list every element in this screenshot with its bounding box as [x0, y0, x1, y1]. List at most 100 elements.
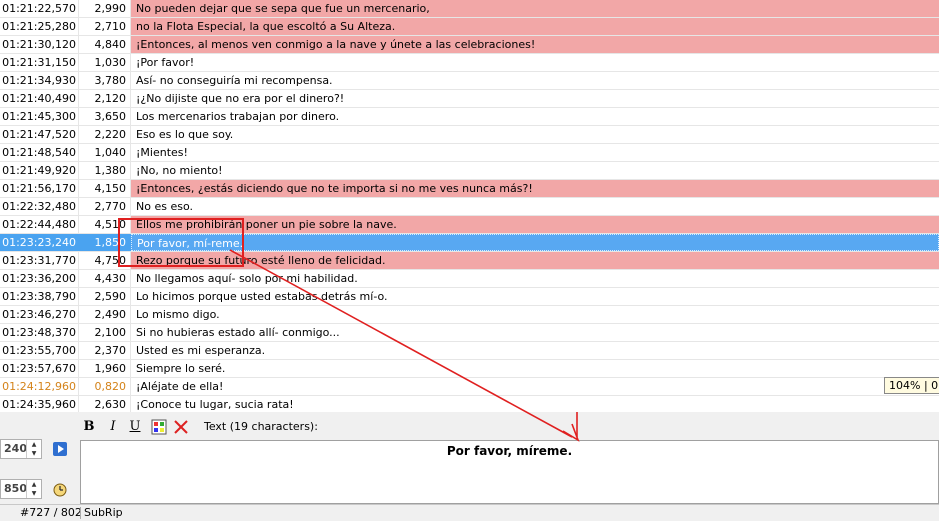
status-divider [80, 507, 81, 519]
table-row[interactable]: 01:22:32,480 2,770 No es eso. [0, 198, 939, 216]
remove-formatting-button[interactable] [172, 418, 190, 436]
duration-cell: 0,820 [94, 380, 127, 393]
status-bar: #727 / 802 SubRip [0, 504, 939, 521]
start-time-cell: 01:21:31,150 [2, 56, 76, 69]
subtitle-text-cell: Eso es lo que soy. [136, 128, 234, 141]
start-time-cell: 01:21:56,170 [2, 182, 76, 195]
table-row[interactable]: 01:23:36,200 4,430 No llegamos aquí- solo … [0, 270, 939, 288]
table-row[interactable]: 01:23:23,240 1,850 Por favor, mí-reme. [0, 234, 939, 252]
text-character-count-label: Text (19 characters): [204, 420, 318, 433]
subtitle-text-cell: No llegamos aquí- solo por mi habilidad. [136, 272, 358, 285]
table-row[interactable]: 01:23:48,370 2,100 Si no hubieras estado a… [0, 324, 939, 342]
duration-cell: 3,780 [94, 74, 127, 87]
table-row[interactable]: 01:21:34,930 3,780 Así- no conseguiría mi … [0, 72, 939, 90]
duration-cell: 4,510 [94, 218, 127, 231]
table-row[interactable]: 01:21:56,170 4,150 ¡Entonces, ¿estás dicie… [0, 180, 939, 198]
duration-cell: 1,850 [94, 236, 127, 249]
start-time-cell: 01:23:46,270 [2, 308, 76, 321]
start-time-cell: 01:21:40,490 [2, 92, 76, 105]
subtitle-text-cell: No es eso. [136, 200, 193, 213]
spin-up-icon[interactable]: ▲ [27, 480, 41, 489]
duration-value[interactable]: 850 [1, 480, 27, 498]
start-time-cell: 01:21:22,570 [2, 2, 76, 15]
play-button[interactable] [52, 441, 68, 457]
subtitle-text-cell: ¡¿No dijiste que no era por el dinero?! [136, 92, 345, 105]
spin-down-icon[interactable]: ▼ [27, 489, 41, 498]
duration-cell: 4,150 [94, 182, 127, 195]
duration-cell: 1,030 [94, 56, 127, 69]
duration-cell: 2,630 [94, 398, 127, 411]
subtitle-text-cell: Usted es mi esperanza. [136, 344, 266, 357]
start-time-cell: 01:21:34,930 [2, 74, 76, 87]
start-time-cell: 01:21:25,280 [2, 20, 76, 33]
table-row[interactable]: 01:21:30,120 4,840 ¡Entonces, al menos ven… [0, 36, 939, 54]
table-row[interactable]: 01:21:22,570 2,990 No pueden dejar que se … [0, 0, 939, 18]
subtitle-text-cell: ¡Por favor! [136, 56, 195, 69]
table-row[interactable]: 01:24:35,960 2,630 ¡Conoce tu lugar, sucia… [0, 396, 939, 412]
table-row[interactable]: 01:21:25,280 2,710 no la Flota Especial, l… [0, 18, 939, 36]
table-row[interactable]: 01:21:40,490 2,120 ¡¿No dijiste que no era… [0, 90, 939, 108]
table-row[interactable]: 01:21:45,300 3,650 Los mercenarios trabaja… [0, 108, 939, 126]
start-time-cell: 01:23:36,200 [2, 272, 76, 285]
subtitle-text-cell: Rezo porque su futuro esté lleno de feli… [131, 252, 939, 269]
duration-cell: 2,120 [94, 92, 127, 105]
subtitle-text-input[interactable]: Por favor, míreme. [80, 440, 939, 504]
duration-cell: 1,380 [94, 164, 127, 177]
start-time-cell: 01:21:48,540 [2, 146, 76, 159]
color-button[interactable] [150, 418, 168, 436]
timer-button[interactable] [52, 481, 68, 497]
subtitle-text-cell: ¡Mientes! [136, 146, 188, 159]
table-row[interactable]: 01:22:44,480 4,510 Ellos me prohibirán pon… [0, 216, 939, 234]
start-time-cell: 01:23:31,770 [2, 254, 76, 267]
table-row[interactable]: 01:23:57,670 1,960 Siempre lo seré. [0, 360, 939, 378]
duration-cell: 2,220 [94, 128, 127, 141]
duration-spinner[interactable]: 850 ▲ ▼ [0, 479, 42, 499]
duration-cell: 2,770 [94, 200, 127, 213]
subtitle-text-cell: Así- no conseguiría mi recompensa. [136, 74, 333, 87]
start-time-cell: 01:23:38,790 [2, 290, 76, 303]
table-row[interactable]: 01:21:48,540 1,040 ¡Mientes! [0, 144, 939, 162]
table-row[interactable]: 01:21:49,920 1,380 ¡No, no miento! [0, 162, 939, 180]
underline-button[interactable]: U [126, 418, 144, 436]
subtitle-text-cell: ¡Entonces, ¿estás diciendo que no te imp… [131, 180, 939, 197]
text-editor-panel: B I U Text (19 characters): 240 ▲ ▼ 850 [0, 412, 939, 504]
subtitle-text-cell: ¡Entonces, al menos ven conmigo a la nav… [131, 36, 939, 53]
subtitle-text-cell: Por favor, mí-reme. [131, 234, 939, 251]
line-counter: #727 / 802 [20, 506, 82, 519]
start-time-cell: 01:21:47,520 [2, 128, 76, 141]
table-row[interactable]: 01:21:47,520 2,220 Eso es lo que soy. [0, 126, 939, 144]
duration-cell: 3,650 [94, 110, 127, 123]
start-time-value[interactable]: 240 [1, 440, 27, 458]
duration-cell: 1,040 [94, 146, 127, 159]
table-row[interactable]: 01:23:31,770 4,750 Rezo porque su futuro e… [0, 252, 939, 270]
spin-up-icon[interactable]: ▲ [27, 440, 41, 449]
subtitle-text-cell: Lo mismo digo. [136, 308, 220, 321]
zoom-indicator: 104% | 0,8 [884, 377, 939, 394]
table-row[interactable]: 01:24:12,960 0,820 ¡Aléjate de ella! [0, 378, 939, 396]
table-row[interactable]: 01:23:46,270 2,490 Lo mismo digo. [0, 306, 939, 324]
remove-formatting-icon [174, 420, 188, 434]
table-row[interactable]: 01:21:31,150 1,030 ¡Por favor! [0, 54, 939, 72]
subtitle-text-cell: Lo hicimos porque usted estabas detrás m… [136, 290, 388, 303]
spin-down-icon[interactable]: ▼ [27, 449, 41, 458]
table-row[interactable]: 01:23:38,790 2,590 Lo hicimos porque usted… [0, 288, 939, 306]
start-time-cell: 01:24:12,960 [2, 380, 76, 393]
duration-cell: 2,990 [94, 2, 127, 15]
subtitle-text-cell: no la Flota Especial, la que escoltó a S… [131, 18, 939, 35]
play-icon [53, 442, 67, 456]
duration-cell: 1,960 [94, 362, 127, 375]
color-picker-icon [151, 419, 167, 435]
italic-button[interactable]: I [104, 418, 122, 436]
subtitle-text-cell: Ellos me prohibirán poner un pie sobre l… [131, 216, 939, 233]
subtitle-rows: 01:21:22,570 2,990 No pueden dejar que se … [0, 0, 939, 412]
table-row[interactable]: 01:23:55,700 2,370 Usted es mi esperanza. [0, 342, 939, 360]
start-time-spinner[interactable]: 240 ▲ ▼ [0, 439, 42, 459]
subtitle-text-cell: Si no hubieras estado allí- conmigo... [136, 326, 340, 339]
subtitle-grid[interactable]: 01:21:22,570 2,990 No pueden dejar que se … [0, 0, 939, 412]
bold-button[interactable]: B [80, 418, 98, 436]
subtitle-text-value[interactable]: Por favor, míreme. [81, 441, 938, 458]
duration-cell: 4,750 [94, 254, 127, 267]
start-time-cell: 01:23:55,700 [2, 344, 76, 357]
start-time-cell: 01:24:35,960 [2, 398, 76, 411]
duration-cell: 4,840 [94, 38, 127, 51]
